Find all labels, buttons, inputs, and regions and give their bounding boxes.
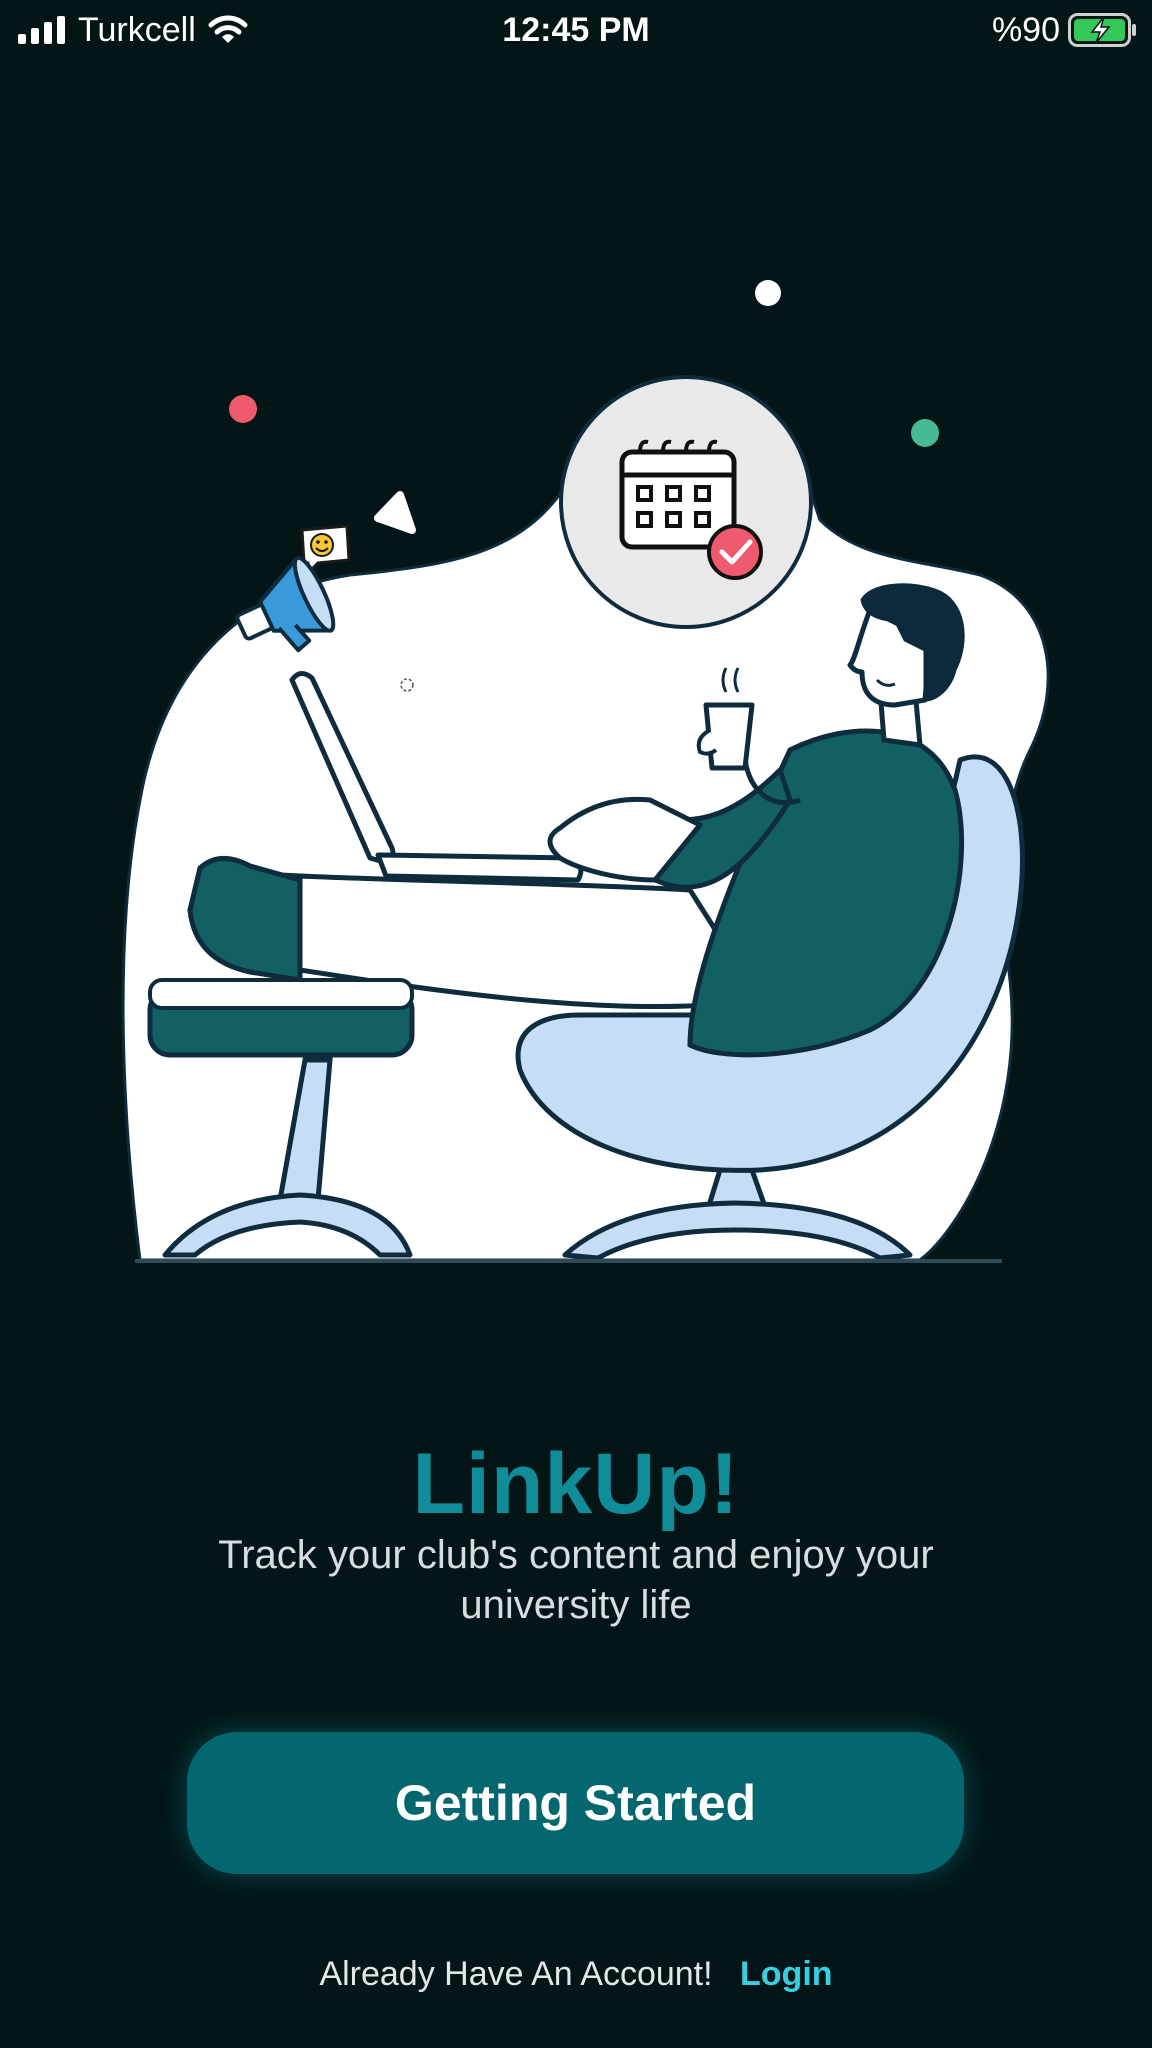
hero-illustration [121,280,1050,1263]
white-dot [755,280,781,306]
white-triangle [374,491,416,534]
app-title: LinkUp! [412,1436,740,1532]
status-right: %90 [992,8,1138,52]
status-time: 12:45 PM [502,11,650,49]
login-prompt: Already Have An Account! [319,1955,713,1993]
battery-charging-icon [1068,13,1136,47]
app-tagline: Track your club's content and enjoy your… [218,1533,934,1627]
login-link[interactable]: Login [740,1955,833,1993]
green-dot [911,419,939,447]
getting-started-button[interactable]: Getting Started [187,1732,964,1874]
red-dot [229,395,257,423]
battery-percent: %90 [991,10,1060,49]
login-row: Already Have An Account! Login [0,1955,1152,1994]
status-bar: Turkcell 12:45 PM %90 [0,0,1152,60]
calendar-check-icon [559,375,813,629]
